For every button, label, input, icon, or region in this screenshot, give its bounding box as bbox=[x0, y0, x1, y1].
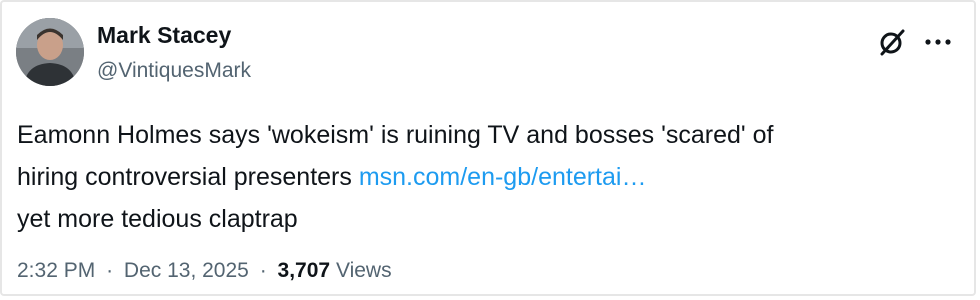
more-options-icon[interactable] bbox=[918, 26, 958, 58]
author-display-name[interactable]: Mark Stacey bbox=[97, 20, 251, 50]
tweet-text: Eamonn Holmes says 'wokeism' is ruining … bbox=[17, 114, 967, 240]
meta-separator: · bbox=[106, 259, 114, 282]
tweet-text-line-3: yet more tedious claptrap bbox=[17, 205, 298, 233]
avatar[interactable] bbox=[16, 18, 84, 86]
author-handle[interactable]: @VintiquesMark bbox=[97, 56, 251, 86]
tweet-date[interactable]: Dec 13, 2025 bbox=[124, 259, 249, 282]
views-count: 3,707 bbox=[277, 259, 331, 282]
views-label: Views bbox=[335, 259, 392, 282]
tweet-time[interactable]: 2:32 PM bbox=[17, 259, 95, 282]
grok-icon[interactable] bbox=[874, 24, 910, 60]
tweet-text-line-2-text: hiring controversial presenters bbox=[17, 163, 359, 191]
tweet-text-line-1: Eamonn Holmes says 'wokeism' is ruining … bbox=[17, 121, 774, 149]
author-info: Mark Stacey @VintiquesMark bbox=[97, 20, 251, 86]
meta-separator: · bbox=[259, 259, 267, 282]
article-link[interactable]: msn.com/en-gb/entertai… bbox=[359, 163, 647, 191]
tweet-text-line-2: hiring controversial presenters msn.com/… bbox=[17, 156, 967, 198]
tweet-card: Mark Stacey @VintiquesMark Eamonn Holmes… bbox=[0, 0, 976, 296]
user-avatar-icon bbox=[16, 18, 84, 86]
tweet-metadata: 2:32 PM · Dec 13, 2025 · 3,707 Views bbox=[17, 255, 392, 287]
